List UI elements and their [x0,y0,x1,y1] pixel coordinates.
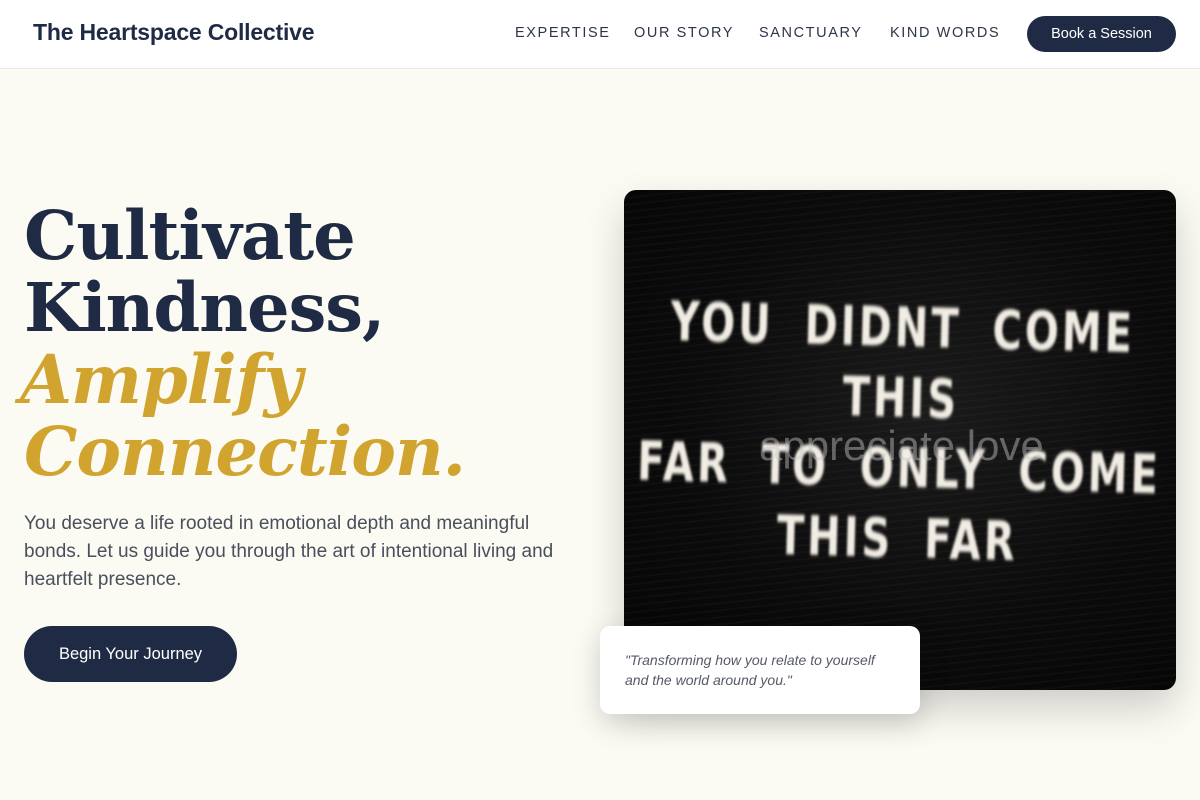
site-header: The Heartspace Collective EXPERTISE OUR … [0,0,1200,69]
quote-card: "Transforming how you relate to yourself… [600,626,920,714]
nav-link-sanctuary[interactable]: SANCTUARY [759,25,863,41]
sign-line-3: THIS FAR [776,505,1019,574]
headline-accent-line-1: Amplify [20,340,302,419]
nav-link-our-story[interactable]: OUR STORY [634,25,734,41]
headline-line-1: Cultivate [24,196,356,275]
hero-image: YOU DIDNT COME THIS FAR TO ONLY COME THI… [624,190,1176,690]
book-session-button[interactable]: Book a Session [1027,16,1176,52]
begin-journey-button[interactable]: Begin Your Journey [24,626,237,682]
main-nav: EXPERTISE OUR STORY SANCTUARY KIND WORDS [0,25,1200,45]
image-alt-text: appreciate love [759,422,1044,469]
headline-line-2: Kindness, [24,268,385,347]
hero-subtext: You deserve a life rooted in emotional d… [24,513,554,590]
nav-link-kind-words[interactable]: KIND WORDS [890,25,1000,41]
quote-text: "Transforming how you relate to yourself… [625,652,875,688]
nav-link-expertise[interactable]: EXPERTISE [515,25,611,41]
sign-line-1: YOU DIDNT COME THIS [669,291,1136,432]
headline-accent-line-2: Connection. [24,412,466,491]
hero-headline: Cultivate Kindness, Amplify Connection. [20,196,584,491]
